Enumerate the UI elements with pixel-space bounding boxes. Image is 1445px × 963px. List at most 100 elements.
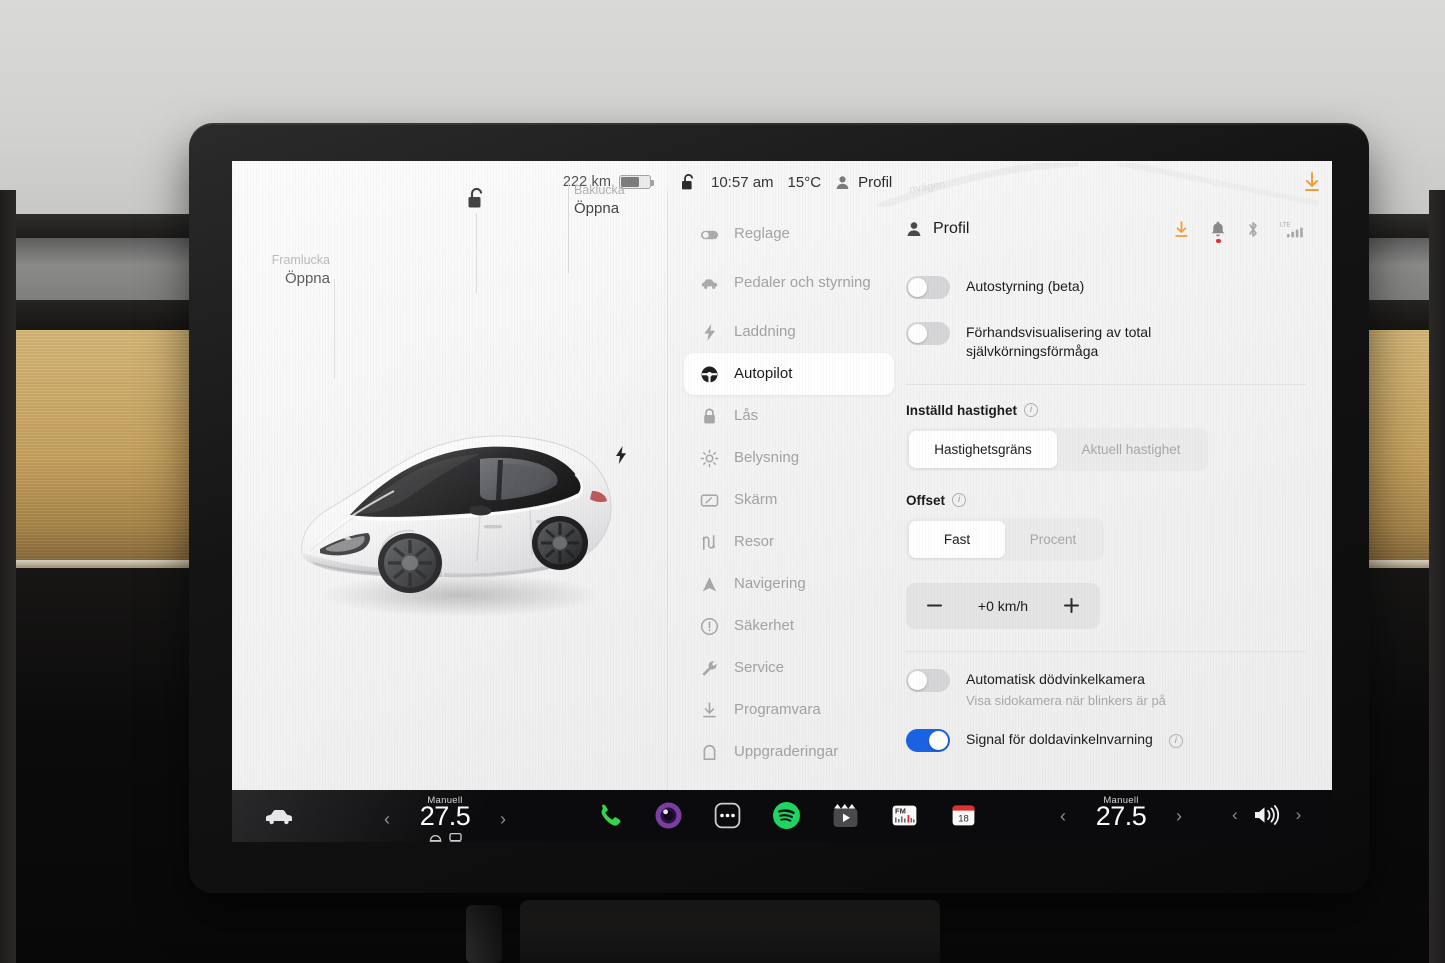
sidebar-item-label: Programvara: [734, 700, 821, 718]
camera-app[interactable]: [653, 800, 684, 831]
bolt-icon: [700, 323, 719, 342]
lte-signal-icon: LTE: [1280, 220, 1306, 239]
more-apps[interactable]: [712, 800, 743, 831]
autosteer-row: Autostyrning (beta): [906, 275, 1306, 299]
volume-icon[interactable]: [1252, 804, 1282, 826]
info-icon[interactable]: i: [952, 493, 967, 508]
set-speed-option-speed-limit[interactable]: Hastighetsgräns: [909, 430, 1057, 468]
fsd-visualization-toggle[interactable]: [906, 322, 950, 345]
unlock-icon[interactable]: [680, 173, 697, 192]
panel-title: Profil: [906, 220, 969, 238]
front-trunk-caption: Framlucka: [271, 253, 330, 267]
clock-label: 10:57 am: [711, 173, 774, 191]
climate-control-passenger: ‹ Manuell 27.5 ›: [1060, 795, 1182, 836]
settings-panel: nvägen 10:57 am 15°C Profil Reglage Peda…: [668, 161, 1332, 790]
minus-icon[interactable]: [926, 597, 943, 614]
sidebar-item-label: Pedaler och styrning: [734, 273, 871, 291]
sidebar-item-pedaler-och-styrning[interactable]: Pedaler och styrning: [684, 255, 894, 311]
download-icon[interactable]: [1173, 220, 1190, 239]
offset-segmented-control: Fast Procent: [906, 517, 1104, 561]
vehicle-panel: 222 km Framlucka Öppna Baklucka Öppna: [232, 161, 667, 790]
sidebar-item-uppgraderingar[interactable]: Uppgraderingar: [684, 731, 894, 773]
upgrade-icon: [700, 743, 719, 762]
display-icon: [700, 491, 719, 510]
spotify-app[interactable]: [771, 800, 802, 831]
seat-controls: [402, 832, 488, 842]
sidebar-item-programvara[interactable]: Programvara: [684, 689, 894, 731]
vehicle-illustration[interactable]: [284, 403, 624, 623]
svg-text:LTE: LTE: [1280, 222, 1291, 228]
unlock-icon[interactable]: [466, 187, 488, 216]
content-header: Profil LTE: [906, 213, 1306, 245]
bell-icon[interactable]: [1210, 220, 1226, 243]
autosteer-toggle[interactable]: [906, 276, 950, 299]
info-icon[interactable]: i: [1024, 403, 1039, 418]
blind-spot-camera-sublabel: Visa sidokamera när blinkers är på: [966, 692, 1166, 708]
sidebar-item-navigering[interactable]: Navigering: [684, 563, 894, 605]
divider-1: [906, 383, 1306, 385]
front-trunk-callout[interactable]: Framlucka Öppna: [242, 253, 330, 288]
system-status-bar: 10:57 am 15°C Profil: [668, 161, 1332, 203]
chevron-right-icon[interactable]: ›: [1296, 805, 1302, 825]
sidebar-item-label: Uppgraderingar: [734, 742, 839, 760]
climate-mode-label: Manuell: [1103, 795, 1139, 806]
seat-heater-icon[interactable]: [428, 832, 442, 842]
wrench-icon: [700, 659, 719, 678]
sidebar-item-label: Laddning: [734, 322, 796, 340]
sidebar-item-autopilot[interactable]: Autopilot: [684, 353, 894, 395]
svg-text:FM: FM: [895, 807, 906, 816]
sidebar-item-resor[interactable]: Resor: [684, 521, 894, 563]
navigation-arrow-icon: [700, 575, 719, 594]
sidebar-item-label: Autopilot: [734, 364, 793, 382]
app-launcher: FM 18: [594, 800, 979, 831]
notification-badge: [1216, 238, 1221, 243]
set-speed-option-current-speed[interactable]: Aktuell hastighet: [1057, 431, 1205, 468]
sidebar-item-sakerhet[interactable]: Säkerhet: [684, 605, 894, 647]
info-icon[interactable]: i: [1168, 733, 1183, 748]
rear-trunk-callout-line: [568, 183, 569, 273]
driver-temperature-stack[interactable]: Manuell 27.5: [402, 795, 488, 842]
chevron-right-icon[interactable]: ›: [500, 809, 506, 830]
bluetooth-icon[interactable]: [1246, 220, 1260, 239]
offset-stepper: +0 km/h: [906, 582, 1100, 629]
rear-trunk-caption: Baklucka: [574, 183, 625, 197]
rear-trunk-action: Öppna: [574, 199, 620, 217]
sidebar-item-service[interactable]: Service: [684, 647, 894, 689]
sidebar-item-belysning[interactable]: Belysning: [684, 437, 894, 479]
sidebar-item-las[interactable]: Lås: [684, 395, 894, 437]
sidebar-item-laddning[interactable]: Laddning: [684, 311, 894, 353]
chevron-left-icon[interactable]: ‹: [384, 809, 390, 830]
chevron-left-icon[interactable]: ‹: [1060, 806, 1066, 827]
blind-spot-camera-toggle[interactable]: [906, 668, 950, 692]
plus-icon[interactable]: [1063, 597, 1080, 614]
divider-2: [906, 650, 1306, 652]
sidebar-item-skarm[interactable]: Skärm: [684, 479, 894, 521]
settings-sidebar: Reglage Pedaler och styrning Laddning Au…: [684, 213, 894, 773]
calendar-app[interactable]: 18: [948, 800, 979, 831]
blind-spot-camera-row: Automatisk dödvinkelkamera Visa sidokame…: [906, 668, 1306, 711]
defrost-icon[interactable]: [448, 832, 462, 842]
radio-app[interactable]: FM: [889, 800, 920, 831]
passenger-temperature-stack[interactable]: Manuell 27.5: [1078, 795, 1164, 836]
chevron-right-icon[interactable]: ›: [1176, 806, 1182, 827]
blind-spot-warning-toggle[interactable]: [906, 729, 950, 753]
phone-app[interactable]: [594, 800, 625, 831]
offset-option-percent[interactable]: Procent: [1005, 521, 1101, 558]
blind-spot-camera-text: Automatisk dödvinkelkamera Visa sidokame…: [966, 668, 1166, 711]
offset-label: Offset: [906, 492, 946, 508]
chevron-left-icon[interactable]: ‹: [1232, 805, 1238, 825]
offset-option-fixed[interactable]: Fast: [909, 520, 1005, 558]
download-icon[interactable]: [1302, 171, 1322, 193]
fsd-visualization-label: Förhandsvisualisering av total självkörn…: [966, 324, 1152, 360]
panel-status-icons: LTE: [1173, 220, 1306, 243]
profile-button[interactable]: Profil: [835, 174, 892, 191]
sidebar-item-reglage[interactable]: Reglage: [684, 213, 894, 255]
rear-trunk-callout[interactable]: Baklucka Öppna: [574, 183, 666, 218]
autosteer-label: Autostyrning (beta): [966, 278, 1085, 294]
theater-app[interactable]: [830, 800, 861, 831]
car-icon[interactable]: [264, 804, 294, 833]
outside-temperature-label: 15°C: [787, 173, 822, 191]
car-side-icon: [700, 274, 719, 293]
profile-label: Profil: [858, 173, 893, 191]
sidebar-item-label: Navigering: [734, 574, 806, 592]
